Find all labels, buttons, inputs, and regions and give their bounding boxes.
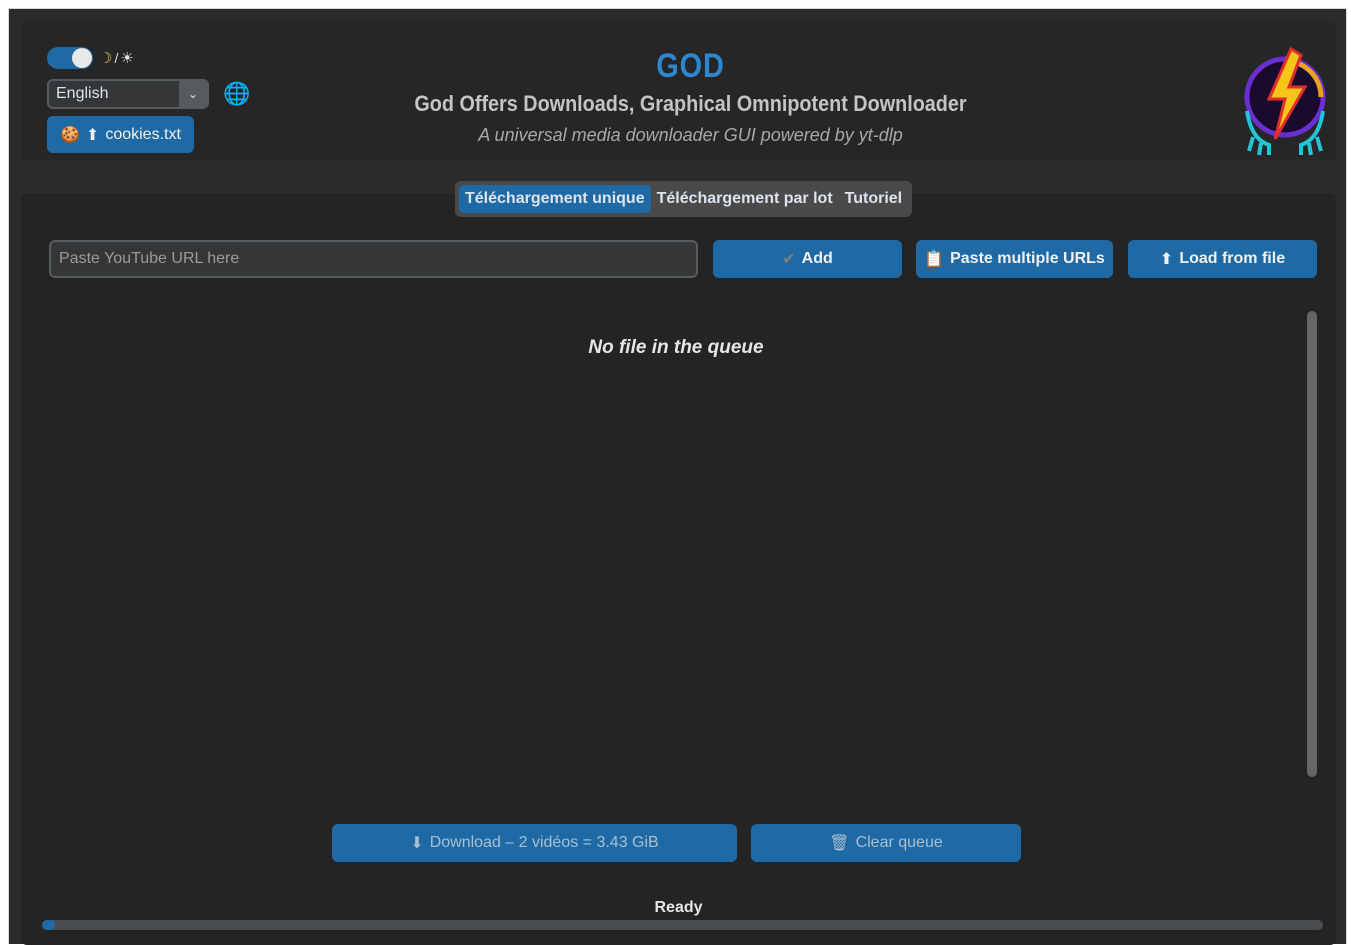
paste-multiple-urls-button[interactable]: 📋 Paste multiple URLs [916,240,1113,278]
paste-multiple-label: Paste multiple URLs [950,250,1105,267]
progress-bar [42,920,1323,930]
theme-toggle[interactable] [47,47,93,69]
clear-queue-label: Clear queue [855,834,943,851]
cookie-icon: 🍪 [60,126,80,144]
empty-queue-message: No file in the queue [588,337,764,358]
trash-icon: 🗑 [829,835,850,852]
language-select-value: English [56,85,109,102]
header: ☽ / ☀ English ⌄ 🌐 🍪 ⬆ cookies.txt GOD Go… [21,21,1336,161]
tab-tutorial[interactable]: Tutoriel [839,185,908,213]
theme-switch-row: ☽ / ☀ [47,47,134,69]
progress-fill [42,920,55,930]
load-from-file-button[interactable]: ⬆ Load from file [1128,240,1317,278]
moon-icon: ☽ [99,50,113,67]
url-input[interactable] [49,240,698,278]
app-title: GOD [656,47,725,85]
status-text: Ready [654,899,703,916]
cookies-button-label: cookies.txt [105,125,181,143]
app-window: ☽ / ☀ English ⌄ 🌐 🍪 ⬆ cookies.txt GOD Go… [8,8,1347,945]
toggle-knob [72,48,92,68]
theme-separator: / [114,50,119,66]
upload-arrow-icon: ⬆ [1159,251,1174,268]
theme-icons: ☽ / ☀ [99,49,134,67]
app-logo [1244,47,1326,156]
queue-area [49,309,1303,779]
check-icon: ✔ [782,251,796,268]
main-panel: Téléchargement unique Téléchargement par… [21,181,1336,945]
clear-queue-button[interactable]: 🗑 Clear queue [751,824,1021,862]
tab-batch-download[interactable]: Téléchargement par lot [651,185,839,213]
app-tagline: A universal media downloader GUI powered… [478,125,903,145]
clipboard-icon: 📋 [924,251,945,268]
download-arrow-icon: ⬇ [410,835,424,852]
upload-arrow-icon: ⬆ [85,126,100,144]
download-button-label: Download – 2 vidéos = 3.43 GiB [429,834,659,851]
globe-icon: 🌐 [223,81,251,106]
add-button[interactable]: ✔ Add [713,240,902,278]
language-select[interactable]: English ⌄ [47,79,209,109]
chevron-down-icon[interactable]: ⌄ [179,81,207,107]
load-from-file-label: Load from file [1179,250,1286,267]
language-row: English ⌄ 🌐 [47,79,250,109]
download-button[interactable]: ⬇ Download – 2 vidéos = 3.43 GiB [332,824,737,862]
tab-single-download[interactable]: Téléchargement unique [459,185,651,213]
queue-scrollbar[interactable] [1307,311,1317,777]
add-button-label: Add [801,250,833,267]
app-subtitle: God Offers Downloads, Graphical Omnipote… [414,91,967,116]
tab-bar: Téléchargement unique Téléchargement par… [455,181,913,217]
cookies-upload-button[interactable]: 🍪 ⬆ cookies.txt [47,116,194,153]
sun-icon: ☀ [120,50,134,67]
